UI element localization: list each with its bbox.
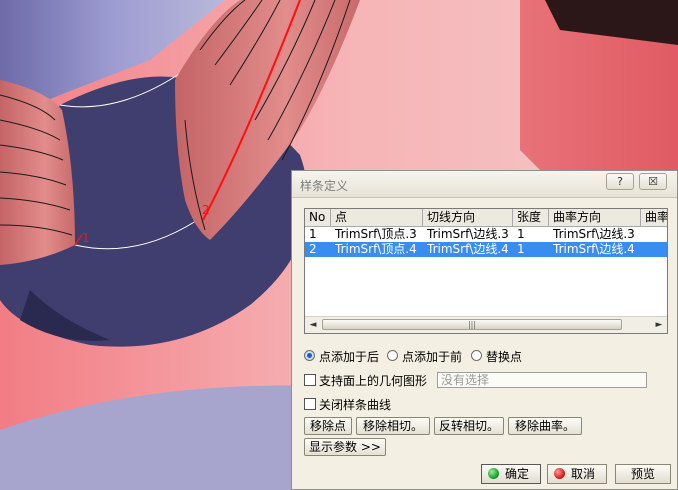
cancel-button[interactable]: 取消 xyxy=(547,464,607,484)
help-button[interactable]: ? xyxy=(606,173,634,190)
radio-add-before[interactable] xyxy=(387,350,398,361)
cancel-label: 取消 xyxy=(571,467,596,481)
cell-point: TrimSrf\顶点.3 xyxy=(335,227,417,241)
help-icon: ? xyxy=(617,175,623,188)
ok-icon xyxy=(488,468,499,479)
cancel-icon xyxy=(554,468,565,479)
table-row[interactable]: 1 TrimSrf\顶点.3 TrimSrf\边线.3 1 TrimSrf\边线… xyxy=(305,227,667,242)
dialog-title: 样条定义 xyxy=(300,179,349,193)
radio-add-after[interactable] xyxy=(304,350,315,361)
col-header-curvature2[interactable]: 曲率 xyxy=(641,209,667,226)
show-parameters-button[interactable]: 显示参数 >> xyxy=(304,438,386,456)
cell-tension: 1 xyxy=(517,227,525,241)
scroll-right-icon[interactable]: ► xyxy=(652,318,666,332)
cell-tangent: TrimSrf\边线.3 xyxy=(427,227,509,241)
radio-add-before-label[interactable]: 点添加于前 xyxy=(402,348,462,365)
point-label-2: 2 xyxy=(202,203,210,217)
cell-no: 1 xyxy=(309,227,317,241)
close-button[interactable]: ☒ xyxy=(639,173,667,190)
scroll-thumb[interactable]: ||| xyxy=(322,319,622,330)
cell-curvature: TrimSrf\边线.3 xyxy=(553,227,635,241)
close-spline-label[interactable]: 关闭样条曲线 xyxy=(319,396,391,413)
radio-replace[interactable] xyxy=(471,350,482,361)
scroll-left-icon[interactable]: ◄ xyxy=(306,318,320,332)
remove-point-button[interactable]: 移除点 xyxy=(304,417,352,435)
remove-curvature-button[interactable]: 移除曲率。 xyxy=(508,417,582,435)
cell-point: TrimSrf\顶点.4 xyxy=(335,242,417,256)
table-header: No 点 切线方向 张度 曲率方向 曲率 xyxy=(305,209,667,227)
close-spline-checkbox[interactable] xyxy=(304,398,316,410)
col-header-no[interactable]: No xyxy=(305,209,331,226)
col-header-curvature[interactable]: 曲率方向 xyxy=(549,209,641,226)
support-selection-field[interactable]: 没有选择 xyxy=(437,372,647,388)
cell-tension: 1 xyxy=(517,242,525,256)
col-header-tangent[interactable]: 切线方向 xyxy=(423,209,513,226)
preview-label: 预览 xyxy=(630,467,655,481)
point-label-1: 1 xyxy=(82,231,90,245)
col-header-point[interactable]: 点 xyxy=(331,209,423,226)
table-row-selected[interactable]: 2 TrimSrf\顶点.4 TrimSrf\边线.4 1 TrimSrf\边线… xyxy=(305,242,667,257)
radio-replace-label[interactable]: 替换点 xyxy=(486,348,522,365)
remove-tangent-button[interactable]: 移除相切。 xyxy=(356,417,430,435)
cell-tangent: TrimSrf\边线.4 xyxy=(427,242,509,256)
spline-definition-dialog: 样条定义 ? ☒ No 点 切线方向 张度 曲率方向 曲率 1 TrimSrf\… xyxy=(291,170,678,490)
geometry-on-support-checkbox[interactable] xyxy=(304,374,316,386)
points-table[interactable]: No 点 切线方向 张度 曲率方向 曲率 1 TrimSrf\顶点.3 Trim… xyxy=(304,208,668,334)
dialog-titlebar[interactable]: 样条定义 ? ☒ xyxy=(292,171,677,198)
cell-curvature: TrimSrf\边线.4 xyxy=(553,242,635,256)
geometry-on-support-label[interactable]: 支持面上的几何图形 xyxy=(319,372,427,389)
horizontal-scrollbar[interactable]: ◄ ||| ► xyxy=(305,316,667,333)
close-icon: ☒ xyxy=(648,175,658,188)
preview-button[interactable]: 预览 xyxy=(615,464,671,484)
ok-button[interactable]: 确定 xyxy=(481,464,541,484)
reverse-tangent-button[interactable]: 反转相切。 xyxy=(434,417,504,435)
col-header-tension[interactable]: 张度 xyxy=(513,209,549,226)
grip-icon: ||| xyxy=(467,320,477,329)
radio-add-after-label[interactable]: 点添加于后 xyxy=(319,348,379,365)
ok-label: 确定 xyxy=(505,467,530,481)
cell-no: 2 xyxy=(309,242,317,256)
